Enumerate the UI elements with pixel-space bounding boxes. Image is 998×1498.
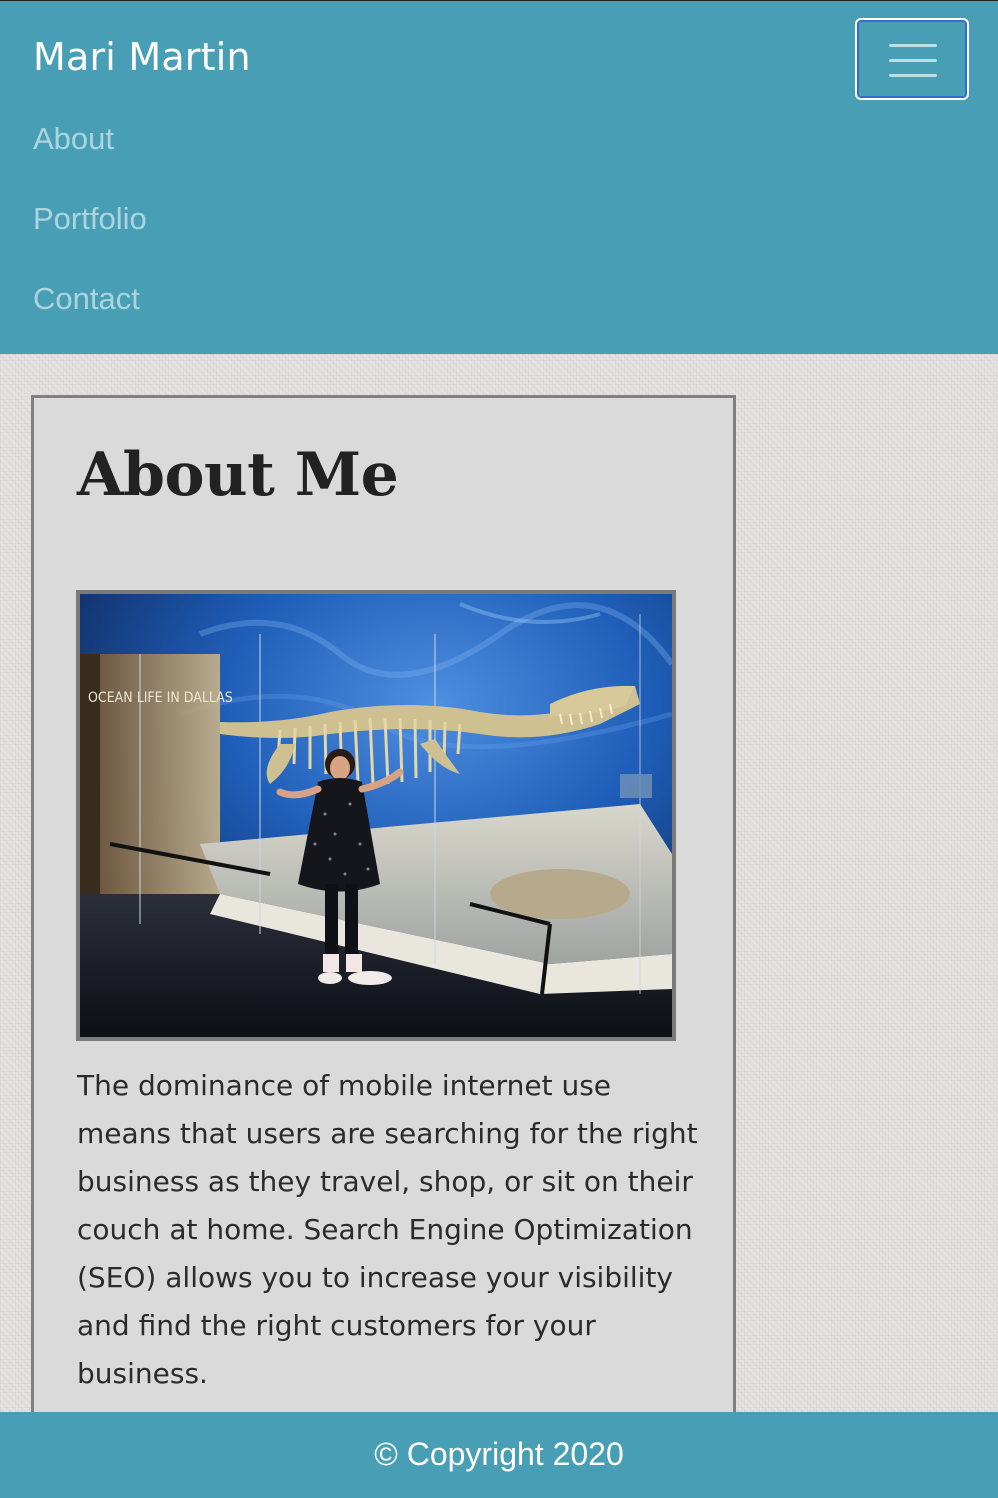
footer: © Copyright 2020: [0, 1412, 998, 1498]
about-card: About Me OCEAN LIFE IN DALLAS The domina…: [31, 395, 736, 1435]
about-bio-text: The dominance of mobile internet use mea…: [77, 1069, 698, 1390]
about-heading: About Me: [77, 440, 399, 510]
photo-sign-text: OCEAN LIFE IN DALLAS: [88, 690, 233, 706]
profile-photo: OCEAN LIFE IN DALLAS: [76, 590, 676, 1041]
navbar: Mari Martin About Portfolio Contact: [0, 0, 998, 354]
nav-link-contact[interactable]: Contact: [33, 281, 140, 317]
copyright-text: © Copyright 2020: [374, 1436, 624, 1472]
navbar-toggle-button[interactable]: [855, 18, 969, 100]
nav-link-portfolio[interactable]: Portfolio: [33, 201, 147, 237]
nav-link-about[interactable]: About: [33, 121, 114, 157]
brand-link[interactable]: Mari Martin: [33, 35, 251, 79]
